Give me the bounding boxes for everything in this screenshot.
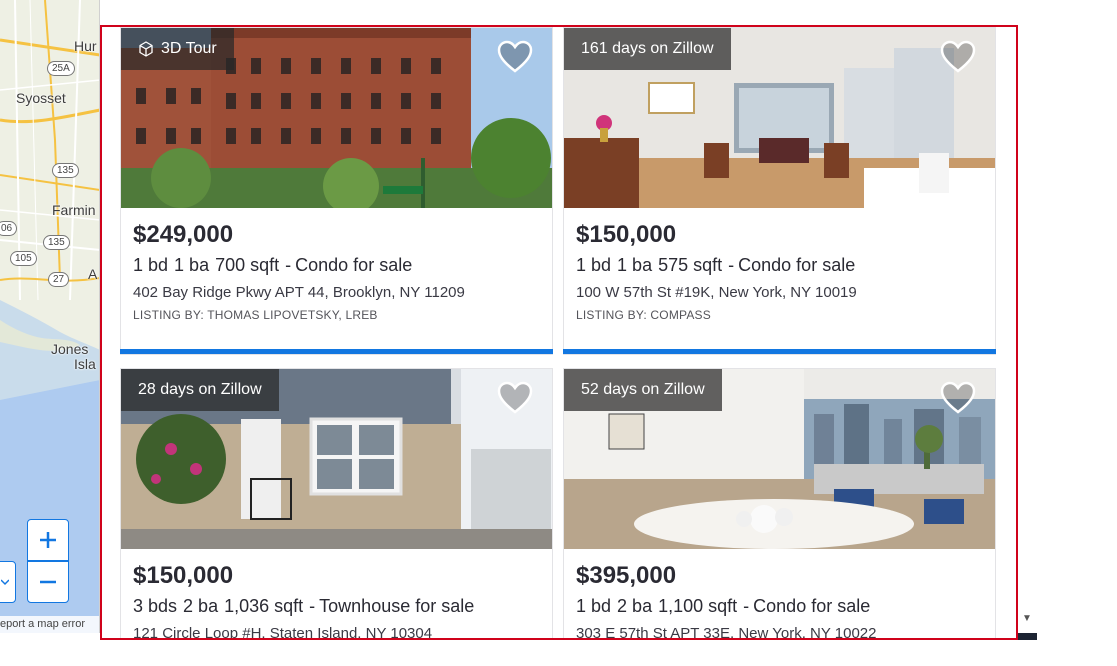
plus-icon [40, 532, 56, 548]
route-shield: 27 [48, 272, 70, 287]
listing-broker: LISTING BY: COMPASS [576, 308, 711, 322]
listing-badge: 3D Tour [121, 28, 234, 70]
zoom-in-button[interactable] [27, 519, 69, 561]
map-label: Farmin [52, 202, 96, 218]
badge-text: 28 days on Zillow [138, 381, 262, 398]
listing-price[interactable]: $395,000 [576, 560, 983, 592]
badge-text: 3D Tour [161, 40, 217, 57]
heart-icon[interactable] [939, 38, 977, 76]
listing-info: $395,000 1 bd 2 ba 1,100 sqft - Condo for sa… [564, 549, 995, 638]
badge-text: 52 days on Zillow [581, 381, 705, 398]
listing-card[interactable]: 28 days on Zillow $150,000 3 bds 2 ba 1,03… [120, 368, 553, 638]
baths: 2 ba [183, 596, 219, 616]
listing-address[interactable]: 402 Bay Ridge Pkwy APT 44, Brooklyn, NY … [133, 284, 540, 302]
home-type: Townhouse for sale [319, 596, 475, 616]
listing-address[interactable]: 303 E 57th St APT 33E, New York, NY 1002… [576, 625, 983, 638]
listing-address[interactable]: 121 Circle Loop #H, Staten Island, NY 10… [133, 625, 540, 638]
listing-price[interactable]: $150,000 [133, 560, 540, 592]
separator: - [728, 255, 735, 275]
listing-broker: LISTING BY: THOMAS LIPOVETSKY, LREB [133, 308, 378, 322]
listing-info: $249,000 1 bd 1 ba 700 sqft - Condo for sale… [120, 208, 553, 354]
home-type: Condo for sale [738, 255, 856, 275]
baths: 2 ba [617, 596, 653, 616]
listing-facts: 1 bd 1 ba 700 sqft - Condo for sale [133, 252, 540, 278]
listing-info: $150,000 3 bds 2 ba 1,036 sqft - Townhouse f… [121, 549, 552, 638]
listing-facts: 1 bd 1 ba 575 sqft - Condo for sale [576, 252, 983, 278]
sqft: 700 sqft [215, 255, 280, 275]
home-type: Condo for sale [753, 596, 871, 616]
cube-icon [139, 41, 153, 57]
chevron-down-icon [1, 579, 9, 586]
listing-price[interactable]: $150,000 [576, 219, 983, 251]
map-label: Isla [74, 356, 96, 372]
listing-info: $150,000 1 bd 1 ba 575 sqft - Condo for sale… [563, 208, 996, 354]
route-shield: 105 [10, 251, 37, 266]
map-panel[interactable]: Hur Syosset Farmin Jones Isla A 25A 135 … [0, 0, 100, 633]
map-label: Jones [51, 341, 89, 357]
map-label: Syosset [16, 90, 66, 106]
listing-badge: 161 days on Zillow [564, 28, 731, 70]
listing-photo[interactable]: 52 days on Zillow [564, 369, 995, 549]
card-highlight-bar [563, 349, 996, 354]
listing-card[interactable]: 161 days on Zillow $150,000 1 bd 1 ba 575 … [563, 27, 996, 355]
map-label: Hur [74, 38, 97, 54]
beds: 1 bd [576, 596, 612, 616]
sqft: 1,036 sqft [224, 596, 304, 616]
separator: - [285, 255, 292, 275]
listing-photo[interactable]: 28 days on Zillow [121, 369, 552, 549]
baths: 1 ba [174, 255, 210, 275]
heart-icon[interactable] [496, 38, 534, 76]
route-shield: 06 [0, 221, 18, 236]
separator: - [743, 596, 750, 616]
minus-icon [40, 580, 56, 584]
listing-address[interactable]: 100 W 57th St #19K, New York, NY 10019 [576, 284, 983, 302]
sqft: 1,100 sqft [658, 596, 738, 616]
badge-text: 161 days on Zillow [581, 40, 714, 57]
listing-badge: 52 days on Zillow [564, 369, 722, 411]
separator: - [309, 596, 316, 616]
listing-facts: 3 bds 2 ba 1,036 sqft - Townhouse for sale [133, 593, 540, 619]
listing-photo[interactable]: 3D Tour [121, 28, 552, 208]
map-layer-button[interactable] [0, 561, 16, 603]
heart-icon[interactable] [496, 379, 534, 417]
map-label: A [88, 266, 98, 282]
listing-price[interactable]: $249,000 [133, 219, 540, 251]
route-shield: 135 [52, 163, 79, 178]
scroll-down-arrow[interactable]: ▼ [1020, 612, 1034, 626]
listing-photo[interactable]: 161 days on Zillow [564, 28, 995, 208]
route-shield: 25A [47, 61, 75, 76]
beds: 1 bd [576, 255, 612, 275]
scrollbar-track[interactable] [1017, 0, 1037, 633]
baths: 1 ba [617, 255, 653, 275]
listing-card[interactable]: 52 days on Zillow $395,000 1 bd 2 ba 1,100… [563, 368, 996, 638]
heart-icon[interactable] [939, 379, 977, 417]
listing-results: 3D Tour $249,000 1 bd 1 ba 700 sqft - Condo … [100, 25, 1018, 640]
beds: 1 bd [133, 255, 169, 275]
listing-card[interactable]: 3D Tour $249,000 1 bd 1 ba 700 sqft - Condo … [120, 27, 553, 355]
home-type: Condo for sale [295, 255, 413, 275]
listing-facts: 1 bd 2 ba 1,100 sqft - Condo for sale [576, 593, 983, 619]
card-highlight-bar [120, 349, 553, 354]
beds: 3 bds [133, 596, 178, 616]
zoom-out-button[interactable] [27, 561, 69, 603]
listing-badge: 28 days on Zillow [121, 369, 279, 411]
report-map-error-link[interactable]: eport a map error [0, 616, 99, 633]
route-shield: 135 [43, 235, 70, 250]
sqft: 575 sqft [658, 255, 723, 275]
